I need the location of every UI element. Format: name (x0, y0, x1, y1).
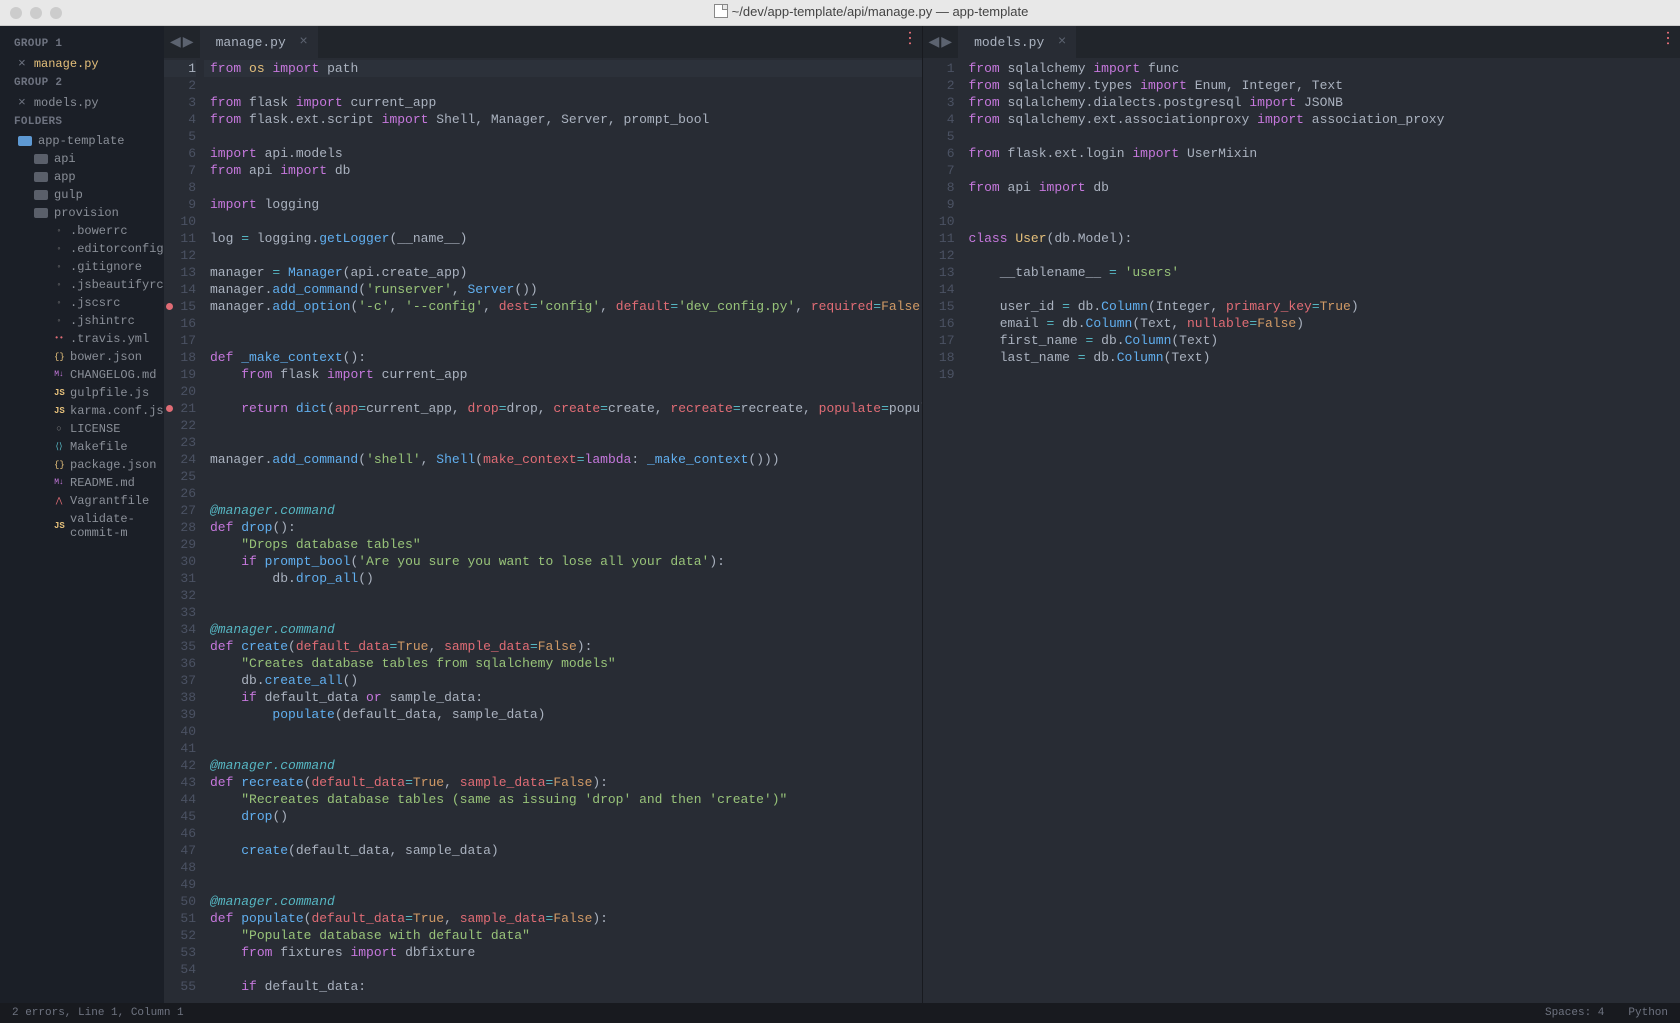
file-icon (714, 4, 728, 18)
file-karma.conf.js[interactable]: JSkarma.conf.js (0, 402, 164, 420)
window-controls (10, 7, 62, 19)
window-title: ~/dev/app-template/api/manage.py — app-t… (62, 4, 1680, 22)
file-label: .bowerrc (70, 224, 128, 238)
folder-provision[interactable]: provision (0, 204, 164, 222)
close-icon[interactable]: × (18, 95, 26, 110)
close-icon[interactable]: × (18, 56, 26, 71)
open-file-label: manage.py (34, 57, 99, 71)
tab-history-nav: ◀ ▶ (923, 34, 959, 51)
file-.bowerrc[interactable]: ◦.bowerrc (0, 222, 164, 240)
folder-root[interactable]: app-template (0, 132, 164, 150)
status-cursor[interactable]: 2 errors, Line 1, Column 1 (12, 1007, 184, 1019)
tab-bar: ◀ ▶ manage.py × ⋯ (164, 26, 922, 58)
file-Vagrantfile[interactable]: ⋀Vagrantfile (0, 492, 164, 510)
status-indent[interactable]: Spaces: 4 (1545, 1007, 1604, 1019)
file-label: .gitignore (70, 260, 142, 274)
status-bar: 2 errors, Line 1, Column 1 Spaces: 4 Pyt… (0, 1003, 1680, 1023)
folder-icon (18, 136, 32, 146)
tab-menu-icon[interactable]: ⋯ (900, 30, 920, 54)
folder-gulp[interactable]: gulp (0, 186, 164, 204)
group-header-1[interactable]: GROUP 1 (0, 34, 164, 54)
open-file-manage[interactable]: × manage.py (0, 54, 164, 73)
file-label: .editorconfig (70, 242, 164, 256)
close-icon[interactable]: × (1058, 34, 1066, 50)
nav-back-icon[interactable]: ◀ (170, 34, 181, 51)
close-window-icon[interactable] (10, 7, 22, 19)
tab-history-nav: ◀ ▶ (164, 34, 200, 51)
code-editor[interactable]: 12345678910111213141516171819 from sqlal… (923, 58, 1680, 1003)
file-package.json[interactable]: {}package.json (0, 456, 164, 474)
folder-icon (34, 172, 48, 182)
file-.jscsrc[interactable]: ◦.jscsrc (0, 294, 164, 312)
line-gutter: 1234567891011121314151617181920212223242… (164, 58, 204, 1003)
folder-label: app-template (38, 134, 124, 148)
file-.jshintrc[interactable]: ◦.jshintrc (0, 312, 164, 330)
nav-forward-icon[interactable]: ▶ (941, 34, 952, 51)
file-label: .jscsrc (70, 296, 120, 310)
folder-label: api (54, 152, 76, 166)
zoom-window-icon[interactable] (50, 7, 62, 19)
folders-header: FOLDERS (0, 112, 164, 132)
open-file-label: models.py (34, 96, 99, 110)
tab-label: manage.py (216, 35, 286, 50)
file-bower.json[interactable]: {}bower.json (0, 348, 164, 366)
folder-icon (34, 190, 48, 200)
tab-bar: ◀ ▶ models.py × ⋯ (923, 26, 1680, 58)
open-file-models[interactable]: × models.py (0, 93, 164, 112)
file-label: CHANGELOG.md (70, 368, 156, 382)
window-title-text: ~/dev/app-template/api/manage.py — app-t… (732, 4, 1029, 19)
file-label: .jsbeautifyrc (70, 278, 164, 292)
folder-icon (34, 208, 48, 218)
folder-label: provision (54, 206, 119, 220)
file-label: .jshintrc (70, 314, 135, 328)
editor-pane-left: ◀ ▶ manage.py × ⋯ 1234567891011121314151… (164, 26, 922, 1003)
close-icon[interactable]: × (299, 34, 307, 50)
file-label: Makefile (70, 440, 128, 454)
file-gulpfile.js[interactable]: JSgulpfile.js (0, 384, 164, 402)
status-syntax[interactable]: Python (1628, 1007, 1668, 1019)
file-Makefile[interactable]: ⟨⟩Makefile (0, 438, 164, 456)
file-.jsbeautifyrc[interactable]: ◦.jsbeautifyrc (0, 276, 164, 294)
file-label: Vagrantfile (70, 494, 149, 508)
nav-forward-icon[interactable]: ▶ (183, 34, 194, 51)
folder-app[interactable]: app (0, 168, 164, 186)
file-label: bower.json (70, 350, 142, 364)
code-area[interactable]: from sqlalchemy import funcfrom sqlalche… (963, 58, 1680, 1003)
minimize-window-icon[interactable] (30, 7, 42, 19)
file-validate-commit-m[interactable]: JSvalidate-commit-m (0, 510, 164, 542)
file-.gitignore[interactable]: ◦.gitignore (0, 258, 164, 276)
folder-api[interactable]: api (0, 150, 164, 168)
file-label: validate-commit-m (70, 512, 164, 540)
tab-models[interactable]: models.py × (958, 26, 1076, 58)
folder-label: app (54, 170, 76, 184)
file-CHANGELOG.md[interactable]: M↓CHANGELOG.md (0, 366, 164, 384)
group-header-2[interactable]: GROUP 2 (0, 73, 164, 93)
code-editor[interactable]: 1234567891011121314151617181920212223242… (164, 58, 922, 1003)
nav-back-icon[interactable]: ◀ (929, 34, 940, 51)
file-.travis.yml[interactable]: ••.travis.yml (0, 330, 164, 348)
file-label: karma.conf.js (70, 404, 164, 418)
file-label: gulpfile.js (70, 386, 149, 400)
titlebar: ~/dev/app-template/api/manage.py — app-t… (0, 0, 1680, 26)
file-.editorconfig[interactable]: ◦.editorconfig (0, 240, 164, 258)
editor-pane-right: ◀ ▶ models.py × ⋯ 1234567891011121314151… (922, 26, 1680, 1003)
file-label: .travis.yml (70, 332, 149, 346)
code-area[interactable]: from os import path from flask import cu… (204, 58, 922, 1003)
tab-manage[interactable]: manage.py × (200, 26, 318, 58)
tab-menu-icon[interactable]: ⋯ (1658, 30, 1678, 54)
file-label: LICENSE (70, 422, 120, 436)
file-label: package.json (70, 458, 156, 472)
file-label: README.md (70, 476, 135, 490)
folder-icon (34, 154, 48, 164)
folder-label: gulp (54, 188, 83, 202)
file-LICENSE[interactable]: ○LICENSE (0, 420, 164, 438)
sidebar: GROUP 1 × manage.py GROUP 2 × models.py … (0, 26, 164, 1003)
line-gutter: 12345678910111213141516171819 (923, 58, 963, 1003)
tab-label: models.py (974, 35, 1044, 50)
file-README.md[interactable]: M↓README.md (0, 474, 164, 492)
